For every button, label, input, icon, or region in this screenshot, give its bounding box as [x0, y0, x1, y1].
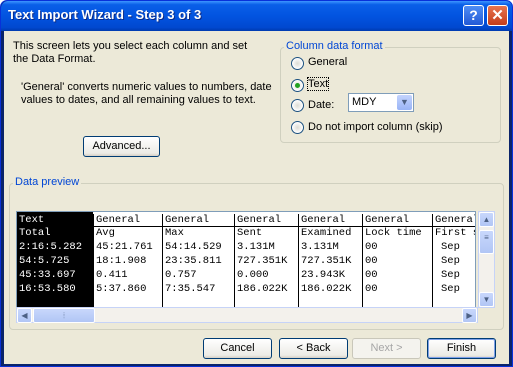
chevron-down-icon[interactable]: ▼: [397, 95, 412, 110]
data-preview-legend: Data preview: [13, 176, 82, 188]
radio-selected-dot: [295, 83, 300, 88]
close-icon[interactable]: ✕: [487, 5, 508, 26]
intro-text-line-1: This screen lets you select each column …: [13, 40, 248, 52]
preview-cell: 18:1.908: [96, 255, 147, 267]
preview-cell: 0.000: [237, 269, 269, 281]
preview-cell: 54:14.529: [165, 241, 222, 253]
preview-cell: 186.022K: [301, 283, 352, 295]
data-preview-table[interactable]: Text Total 2:16:5.282 54:5.725 45:33.697…: [16, 211, 476, 310]
column-data-format-legend: Column data format: [284, 40, 385, 52]
preview-cell: 45:33.697: [19, 269, 76, 281]
preview-cell: Sep: [441, 241, 460, 253]
scroll-down-icon[interactable]: ▼: [479, 292, 494, 307]
scroll-right-icon[interactable]: ▶: [462, 308, 477, 323]
back-button[interactable]: < Back: [279, 338, 348, 359]
window-title: Text Import Wizard - Step 3 of 3: [8, 7, 202, 22]
preview-cell: 0.411: [96, 269, 128, 281]
preview-cell: 7:35.547: [165, 283, 216, 295]
preview-cell: 00: [365, 283, 378, 295]
preview-cell: Lock time: [365, 227, 422, 239]
preview-cell: 23.943K: [301, 269, 346, 281]
column-break[interactable]: [162, 214, 163, 309]
scroll-thumb[interactable]: ⦙: [33, 308, 95, 323]
preview-cell: 23:35.811: [165, 255, 222, 267]
preview-cell: 00: [365, 269, 378, 281]
finish-button[interactable]: Finish: [427, 338, 496, 359]
back-button-label: < Back: [296, 342, 331, 354]
preview-cell: 16:53.580: [19, 283, 76, 295]
cancel-button[interactable]: Cancel: [203, 338, 272, 359]
preview-cell: 2:16:5.282: [19, 241, 83, 253]
radio-date-label[interactable]: Date:: [308, 99, 334, 111]
column-header: General: [365, 214, 410, 226]
preview-cell: 186.022K: [237, 283, 288, 295]
preview-cell: Sep: [441, 283, 460, 295]
column-break[interactable]: [234, 214, 235, 309]
column-header: General: [301, 214, 346, 226]
advanced-button-label: Advanced...: [92, 140, 151, 152]
radio-skip-label[interactable]: Do not import column (skip): [308, 121, 443, 133]
radio-general-label[interactable]: General: [308, 56, 347, 68]
preview-cell: 727.351K: [237, 255, 288, 267]
cancel-button-label: Cancel: [220, 342, 255, 354]
radio-general[interactable]: [291, 57, 304, 70]
radio-text-label[interactable]: Text: [306, 77, 330, 91]
date-format-value: MDY: [352, 96, 377, 108]
preview-cell: 5:37.860: [96, 283, 147, 295]
preview-cell: Max: [165, 227, 184, 239]
column-break[interactable]: [93, 214, 94, 309]
preview-cell: Sent: [237, 227, 263, 239]
column-header: Text: [19, 214, 45, 226]
radio-date[interactable]: [291, 99, 304, 112]
preview-cell: 3.131M: [301, 241, 339, 253]
column-header: General: [165, 214, 210, 226]
column-header: General: [237, 214, 282, 226]
general-info-line-1: 'General' converts numeric values to num…: [21, 81, 272, 93]
preview-cell: First s: [435, 227, 476, 239]
column-header: General: [435, 214, 476, 226]
finish-button-label: Finish: [446, 342, 477, 354]
preview-cell: Sep: [441, 255, 460, 267]
title-bar[interactable]: Text Import Wizard - Step 3 of 3 ? ✕: [1, 1, 512, 31]
preview-cell: Sep: [441, 269, 460, 281]
help-icon[interactable]: ?: [463, 5, 484, 26]
date-format-select[interactable]: MDY ▼: [348, 93, 414, 112]
column-header: General: [96, 214, 141, 226]
preview-cell: 0.757: [165, 269, 197, 281]
scroll-thumb[interactable]: ≡: [479, 230, 494, 254]
preview-cell: Total: [19, 227, 51, 239]
preview-cell: Avg: [96, 227, 115, 239]
preview-cell: 54:5.725: [19, 255, 70, 267]
column-break[interactable]: [432, 214, 433, 309]
next-button-label: Next >: [370, 342, 403, 354]
radio-text[interactable]: [291, 79, 304, 92]
general-info-line-2: values to dates, and all remaining value…: [21, 94, 256, 106]
preview-cell: 3.131M: [237, 241, 275, 253]
header-underline: [17, 226, 475, 227]
scroll-up-icon[interactable]: ▲: [479, 212, 494, 227]
preview-cell: 45:21.761: [96, 241, 153, 253]
dialog-body: This screen lets you select each column …: [4, 31, 509, 364]
intro-text-line-2: the Data Format.: [13, 53, 96, 65]
radio-skip[interactable]: [291, 121, 304, 134]
preview-vertical-scrollbar[interactable]: ▲ ≡ ▼: [478, 211, 495, 308]
preview-cell: 00: [365, 255, 378, 267]
text-import-wizard-window: Text Import Wizard - Step 3 of 3 ? ✕ Thi…: [0, 0, 513, 367]
preview-cell: Examined: [301, 227, 352, 239]
column-break[interactable]: [362, 214, 363, 309]
advanced-button[interactable]: Advanced...: [83, 136, 160, 157]
preview-cell: 00: [365, 241, 378, 253]
preview-cell: 727.351K: [301, 255, 352, 267]
next-button[interactable]: Next >: [352, 338, 421, 359]
scroll-left-icon[interactable]: ◀: [17, 308, 32, 323]
preview-horizontal-scrollbar[interactable]: ◀ ⦙ ▶: [16, 307, 478, 323]
column-break[interactable]: [298, 214, 299, 309]
